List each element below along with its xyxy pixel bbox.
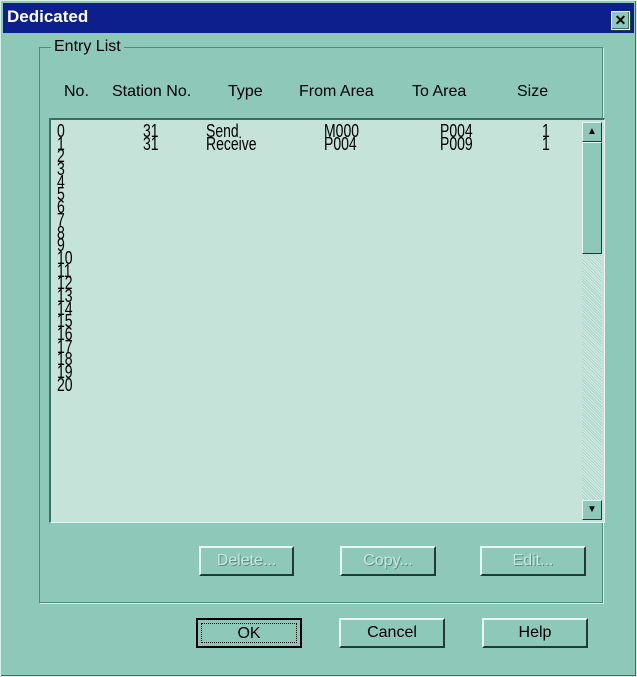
column-header-type: Type — [228, 83, 263, 100]
cancel-button[interactable]: Cancel — [339, 618, 445, 648]
list-item[interactable]: 16 — [51, 324, 576, 342]
list-item[interactable]: 14 — [51, 298, 576, 316]
scroll-thumb[interactable] — [582, 142, 602, 254]
list-item[interactable]: 13 — [51, 286, 576, 304]
entry-listbox[interactable]: 0 31 Send M000 P004 1 1 31 Receive P004 P009 1 2 3 4 5 6… — [49, 118, 605, 523]
list-item[interactable]: 0 31 Send M000 P004 1 — [51, 121, 576, 139]
column-header-size: Size — [517, 83, 549, 100]
edit-button[interactable]: Edit... — [480, 546, 586, 576]
vertical-scrollbar[interactable]: ▲ ▼ — [582, 122, 602, 520]
list-item[interactable]: 9 — [51, 235, 576, 253]
list-item[interactable]: 4 — [51, 172, 576, 190]
list-item[interactable]: 10 — [51, 248, 576, 266]
list-item[interactable]: 2 — [51, 146, 576, 164]
entry-list-label: Entry List — [51, 38, 124, 56]
list-item[interactable]: 6 — [51, 197, 576, 215]
row-number: 20 — [57, 373, 73, 395]
ok-button[interactable]: OK — [196, 618, 302, 648]
copy-button[interactable]: Copy... — [340, 546, 436, 576]
list-item[interactable]: 8 — [51, 222, 576, 240]
title-bar[interactable]: Dedicated ✕ — [3, 3, 634, 33]
list-item[interactable]: 11 — [51, 260, 576, 278]
list-item[interactable]: 12 — [51, 273, 576, 291]
list-item[interactable]: 5 — [51, 184, 576, 202]
dedicated-dialog: Dedicated ✕ Entry List No. Station No. T… — [0, 0, 637, 677]
close-icon[interactable]: ✕ — [611, 11, 630, 30]
delete-button[interactable]: Delete... — [199, 546, 294, 576]
list-item[interactable]: 20 — [51, 375, 576, 393]
scroll-down-icon[interactable]: ▼ — [582, 500, 602, 520]
column-header-station-no: Station No. — [112, 83, 192, 100]
column-header-to-area: To Area — [412, 83, 467, 100]
scroll-up-icon[interactable]: ▲ — [582, 122, 602, 142]
list-item[interactable]: 1 31 Receive P004 P009 1 — [51, 134, 576, 152]
ok-button-label: OK — [201, 623, 297, 643]
list-item[interactable]: 17 — [51, 337, 576, 355]
entry-rows: 0 31 Send M000 P004 1 1 31 Receive P004 P009 1 2 3 4 5 6… — [51, 121, 576, 393]
help-button[interactable]: Help — [482, 618, 588, 648]
dialog-title: Dedicated — [7, 7, 89, 26]
column-header-no: No. — [64, 83, 89, 100]
list-item[interactable]: 19 — [51, 362, 576, 380]
list-item[interactable]: 18 — [51, 349, 576, 367]
column-header-from-area: From Area — [299, 83, 374, 100]
list-item[interactable]: 7 — [51, 210, 576, 228]
list-item[interactable]: 3 — [51, 159, 576, 177]
list-item[interactable]: 15 — [51, 311, 576, 329]
